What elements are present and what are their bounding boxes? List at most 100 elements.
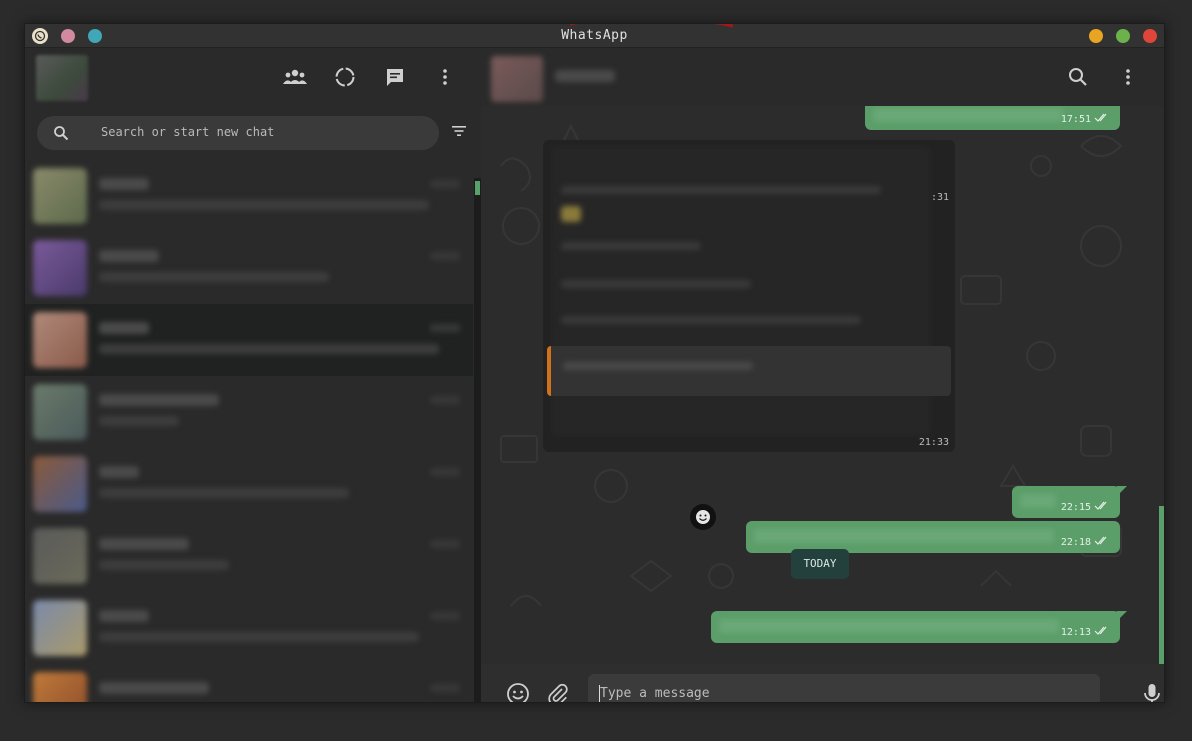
filter-icon[interactable] (450, 123, 468, 143)
sidebar-header (25, 48, 481, 106)
chat-name (99, 250, 159, 262)
message-outgoing[interactable]: 12:13 (711, 611, 1120, 643)
chat-preview (99, 488, 349, 498)
search-icon (53, 125, 69, 145)
message-text (561, 242, 701, 250)
message-meta: 12:13 (1061, 626, 1110, 639)
chat-preview (99, 344, 439, 354)
message-text (1020, 494, 1056, 508)
avatar (33, 240, 87, 296)
message-time: 21:33 (918, 437, 949, 448)
chat-list-item[interactable] (25, 592, 473, 664)
chat-time (430, 252, 460, 260)
message-time: 22:15 (1060, 502, 1091, 513)
message-input-placeholder: Type a message (600, 686, 710, 701)
message-text (561, 316, 861, 324)
bubble-tail (1117, 611, 1127, 621)
message-time: 12:13 (1060, 627, 1091, 638)
chat-list-item[interactable] (25, 304, 473, 376)
contact-avatar[interactable] (491, 56, 543, 102)
chat-list-panel: Search or start new chat (25, 48, 481, 702)
new-chat-icon[interactable] (382, 64, 408, 90)
message-scrollbar[interactable] (1159, 506, 1164, 664)
chat-list-item[interactable] (25, 160, 473, 232)
window-title: WhatsApp (561, 28, 628, 43)
message-outgoing[interactable]: 17:51 (865, 106, 1120, 130)
chat-time (430, 684, 460, 692)
close-button[interactable] (1143, 29, 1157, 43)
attach-icon[interactable] (545, 681, 571, 702)
minimize-button[interactable] (1089, 29, 1103, 43)
search-icon[interactable] (1065, 64, 1091, 90)
double-check-icon (1094, 536, 1110, 549)
search-bar[interactable]: Search or start new chat (37, 116, 439, 150)
chat-list-item[interactable] (25, 520, 473, 592)
chat-list-item[interactable] (25, 376, 473, 448)
status-icon[interactable] (332, 64, 358, 90)
message-text (719, 619, 1059, 633)
message-meta: 22:18 (1061, 536, 1110, 549)
avatar (33, 672, 87, 702)
chat-list-item[interactable] (25, 448, 473, 520)
menu-icon[interactable] (432, 64, 458, 90)
quoted-reply[interactable] (547, 346, 951, 396)
message-text (561, 186, 881, 194)
quoted-text (563, 362, 753, 370)
chat-name (99, 178, 149, 190)
message-meta: 22:15 (1061, 501, 1110, 514)
chat-name (99, 394, 219, 406)
emoji-icon[interactable] (505, 681, 531, 702)
chat-preview (99, 200, 429, 210)
chat-name (99, 466, 139, 478)
menu-icon[interactable] (1115, 64, 1141, 90)
message-input[interactable]: Type a message (588, 674, 1100, 702)
chat-name (99, 322, 149, 334)
chat-time (430, 180, 460, 188)
avatar (33, 456, 87, 512)
chat-time (430, 396, 460, 404)
chat-preview (99, 272, 329, 282)
message-incoming[interactable]: :31 21:33 (543, 140, 955, 452)
chat-list-scrollbar[interactable] (474, 178, 481, 702)
message-text (873, 108, 1063, 122)
chat-time (430, 468, 460, 476)
chat-name (99, 610, 149, 622)
chat-list-item[interactable] (25, 232, 473, 304)
avatar (33, 600, 87, 656)
maximize-button[interactable] (1116, 29, 1130, 43)
message-time: 22:18 (1060, 537, 1091, 548)
message-outgoing[interactable]: 22:15 (1012, 486, 1120, 518)
message-time: 17:51 (1060, 114, 1091, 125)
avatar (33, 168, 87, 224)
chat-list-item[interactable] (25, 664, 473, 702)
my-avatar[interactable] (36, 55, 88, 101)
conversation-header (481, 48, 1164, 106)
message-area: 17:51 :31 21:33 22:15 22:18 TODAY 12:13 (481, 106, 1164, 664)
chat-preview (99, 416, 179, 426)
chat-name (99, 538, 189, 550)
avatar (33, 384, 87, 440)
message-text (561, 280, 751, 288)
avatar (33, 528, 87, 584)
chat-preview (99, 632, 419, 642)
contact-name[interactable] (555, 70, 615, 82)
message-meta: 17:51 (1061, 113, 1110, 126)
communities-icon[interactable] (282, 64, 308, 90)
chat-name (99, 682, 209, 694)
chat-time (430, 612, 460, 620)
bubble-tail (1117, 486, 1127, 496)
double-check-icon (1094, 113, 1110, 126)
search-input[interactable]: Search or start new chat (101, 125, 274, 139)
conversation-panel: 17:51 :31 21:33 22:15 22:18 TODAY 12:13 … (481, 48, 1164, 702)
chat-list (25, 158, 473, 702)
reaction-emoji-icon[interactable] (690, 504, 716, 530)
chat-time (430, 540, 460, 548)
message-composer: Type a message (481, 664, 1164, 702)
chat-list-scroll-thumb[interactable] (475, 181, 480, 195)
double-check-icon (1094, 501, 1110, 514)
message-text (754, 529, 1054, 543)
chat-time (430, 324, 460, 332)
mic-icon[interactable] (1139, 681, 1164, 702)
app-window: WhatsApp Search or start new chat 17:51 … (24, 23, 1165, 703)
message-time: :31 (930, 192, 949, 203)
